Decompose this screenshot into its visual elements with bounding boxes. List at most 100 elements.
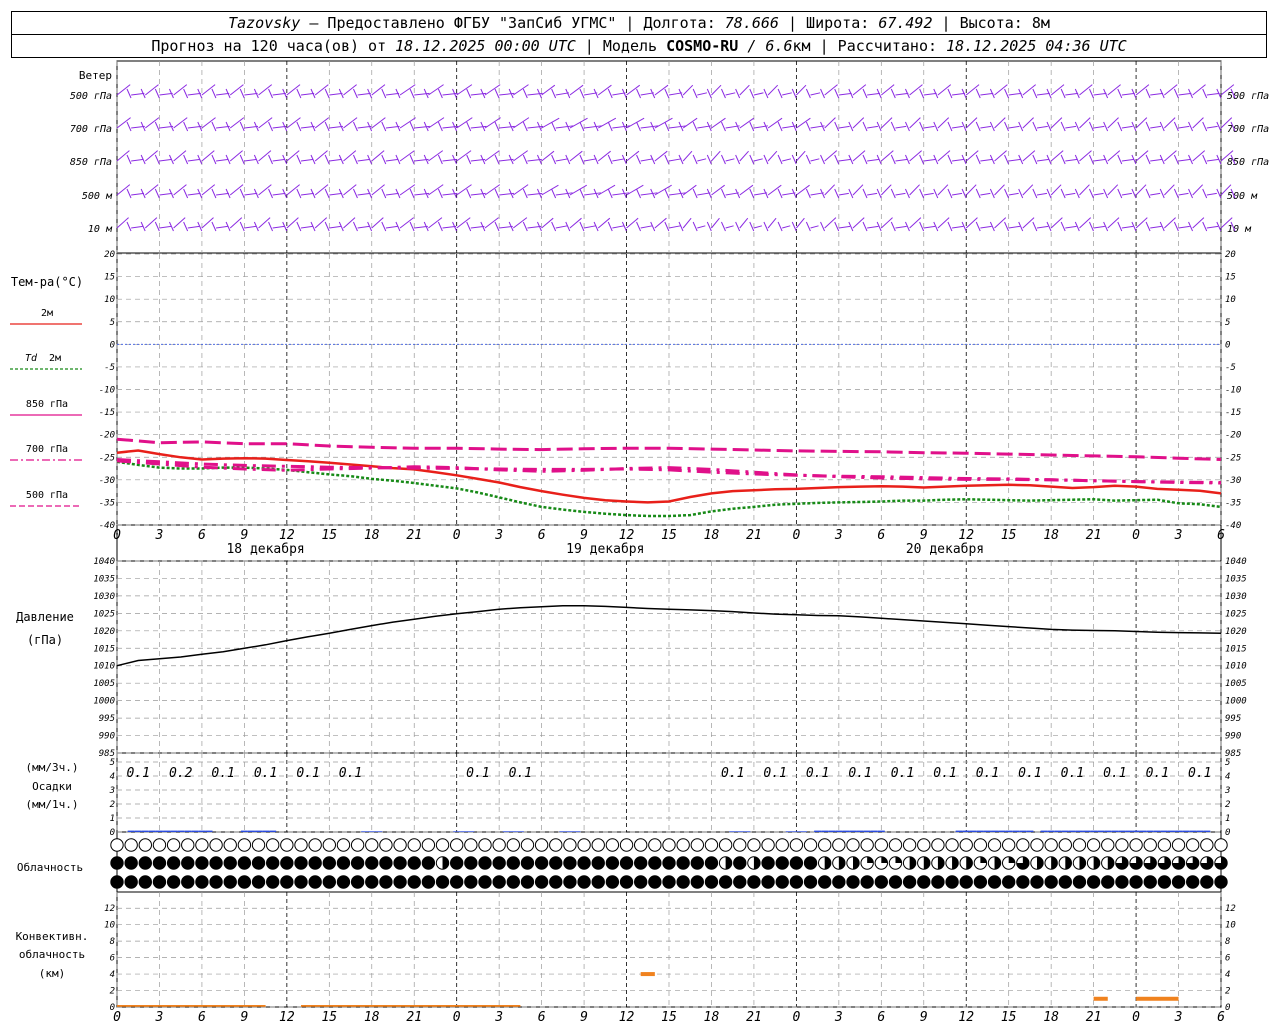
cloud-symbol-lower (733, 875, 747, 889)
wind-barb-feather (494, 154, 500, 165)
wind-barb (159, 158, 172, 162)
temp-x-tick-label: 18 (364, 528, 380, 543)
wind-barb (513, 84, 529, 96)
wind-barb (1164, 117, 1176, 129)
temp-x-tick-label: 9 (580, 528, 588, 543)
wind-barb (767, 217, 777, 229)
precip-bar (1019, 830, 1027, 832)
wind-barb (739, 184, 754, 196)
wind-barb (385, 158, 399, 162)
wind-barb-feather (183, 121, 189, 132)
wind-barb-feather (919, 221, 925, 232)
wind-barb (385, 192, 399, 196)
wind-barb (923, 92, 937, 96)
precip-amount-label: 0.1 (891, 766, 914, 781)
wind-barb (852, 217, 865, 229)
cloud-symbol-upper (917, 838, 931, 852)
wind-barb-feather (381, 154, 387, 165)
wind-barb-feather (437, 188, 443, 199)
wind-barb-feather (763, 88, 769, 99)
cloud-symbol-lower (506, 875, 521, 889)
wind-barb (1050, 117, 1063, 129)
convective-x-tick-label: 12 (958, 1010, 974, 1024)
precip-bar (1182, 830, 1190, 832)
wind-barb-feather (381, 88, 387, 99)
wind-barb-feather (947, 154, 953, 165)
wind-barb (329, 92, 343, 96)
pressure-y-label-right: 1005 (1225, 679, 1247, 689)
precip-bar (1203, 830, 1211, 832)
cloud-symbol-lower (1143, 875, 1157, 889)
wind-barb-feather (975, 154, 981, 165)
temp-y-label-left: -5 (104, 363, 115, 373)
convective-x-tick-label: 12 (279, 1010, 295, 1024)
wind-barb-feather (805, 88, 811, 99)
wind-barb-feather (1032, 121, 1038, 132)
convective-y-label-right: 4 (1225, 970, 1230, 980)
wind-barb-feather (1032, 221, 1038, 232)
cloud-symbol-middle (407, 856, 421, 870)
wind-barb (456, 184, 472, 196)
wind-barb-feather (437, 121, 443, 132)
wind-barb-feather (154, 188, 160, 199)
wind-barb-feather (154, 88, 160, 99)
pressure-y-label-left: 1035 (93, 574, 115, 584)
cloud-fill-middle (824, 856, 831, 870)
convective-x-tick-label: 0 (453, 1010, 461, 1024)
temp-x-tick-label: 9 (920, 528, 928, 543)
wind-barb-feather (890, 188, 896, 199)
cloud-symbol-lower (1030, 875, 1044, 889)
temp-x-tick-label: 12 (619, 528, 635, 543)
wind-barb (923, 158, 936, 162)
wind-barb (1135, 117, 1148, 129)
wind-barb (782, 192, 796, 196)
wind-barb (796, 150, 806, 162)
wind-barb-feather (1202, 188, 1208, 199)
cloud-symbol-upper (1171, 838, 1186, 852)
wind-barb (1178, 158, 1191, 162)
wind-barb (1206, 158, 1219, 162)
wind-barb-feather (919, 88, 925, 99)
wind-barb (569, 217, 582, 229)
wind-barb (810, 192, 824, 196)
wind-barb (994, 184, 1005, 196)
precip-bar (1026, 830, 1034, 832)
precip-bar (1097, 830, 1105, 832)
wind-barb-feather (126, 221, 132, 232)
cloud-fill-middle (937, 856, 945, 870)
wind-barb-feather (721, 154, 726, 165)
cloud-symbol-upper (973, 838, 988, 852)
temp-y-label-right: 5 (1225, 318, 1230, 328)
wind-barb (711, 217, 720, 229)
pressure-y-label-right: 1030 (1225, 592, 1247, 602)
cloud-symbol-upper (435, 838, 450, 852)
wind-barb (1008, 192, 1019, 196)
precip-bar (1005, 830, 1013, 832)
wind-barb (144, 84, 159, 96)
wind-barb-feather (735, 154, 741, 165)
wind-barb-feather (466, 188, 472, 199)
wind-barb (697, 92, 708, 96)
wind-barb-feather (183, 88, 189, 99)
wind-barb-feather (721, 88, 726, 99)
wind-barb (216, 92, 230, 96)
wind-barb-feather (777, 221, 783, 232)
wind-barb (300, 192, 314, 196)
wind-barb-feather (749, 121, 755, 132)
wind-barb (626, 184, 644, 196)
cloud-symbol-lower (1157, 875, 1172, 889)
cloud-symbol-upper (803, 838, 818, 852)
cloud-symbol-upper (690, 838, 705, 852)
wind-barb-feather (1004, 188, 1009, 199)
wind-barb (173, 84, 188, 96)
wind-barb-feather (777, 121, 783, 132)
wind-barb (838, 92, 852, 96)
precip-bar (835, 830, 843, 832)
cloud-fill-middle (1079, 856, 1086, 870)
wind-barb-feather (324, 121, 330, 132)
wind-barb (640, 158, 654, 162)
precip-bar (247, 830, 255, 832)
precip-bar (856, 830, 864, 832)
cloud-symbol-upper (421, 838, 436, 852)
wind-barb (1192, 184, 1204, 196)
